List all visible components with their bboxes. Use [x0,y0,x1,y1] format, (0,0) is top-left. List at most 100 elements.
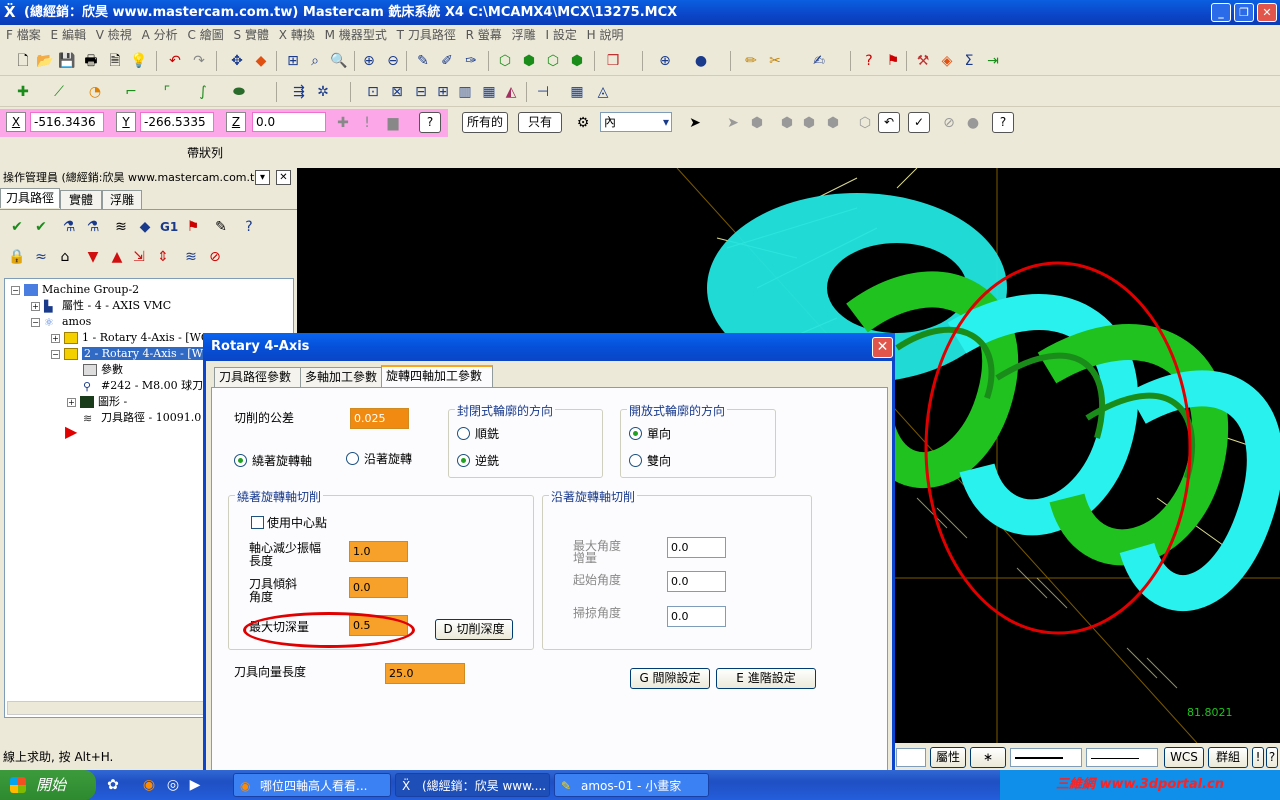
new-file-icon[interactable]: 🗋 [14,52,32,70]
only-display-icon[interactable]: ≋ [182,248,200,266]
menu-toolpaths[interactable]: T 刀具路徑 [397,28,456,42]
hint-icon[interactable]: 💡 [130,52,148,70]
fit-icon[interactable]: ⌕ [306,52,324,70]
line-style-select[interactable] [1010,748,1082,767]
tree-properties[interactable]: + ▙ 屬性 - 4 - AXIS VMC [31,299,171,313]
minimize-button[interactable]: _ [1211,3,1231,22]
shade-icon[interactable]: ◆ [252,52,270,70]
tab-toolpaths[interactable]: 刀具路徑 [0,188,60,208]
undo-select-icon[interactable]: ↶ [878,112,900,133]
verify-ops-icon[interactable]: ◆ [136,218,154,236]
backplot-ops-icon[interactable]: ≋ [112,218,130,236]
transform-icon[interactable]: ⇶ [290,83,308,101]
tree-toolpath-group[interactable]: − ⚛ amos [31,315,91,329]
verify-icon[interactable]: ✐ [438,52,456,70]
select-all-icon[interactable]: ✔ [8,218,26,236]
line-width-select[interactable] [1086,748,1158,767]
toggle-display-icon[interactable]: ≈ [32,248,50,266]
select-tool-icon[interactable]: ✎ [414,52,432,70]
color-button[interactable]: ∗ [970,747,1006,768]
tree-operation-2[interactable]: −2 - Rotary 4-Axis - [WC [51,347,214,361]
quicklaunch-media-icon[interactable]: ◎ [164,776,182,794]
maximize-button[interactable]: ❐ [1234,3,1254,22]
sweep-angle-input[interactable]: 0.0 [667,606,726,627]
autocursor-icon[interactable]: ! [358,114,376,132]
select-chain-icon[interactable]: ➤ [724,114,742,132]
select-dirty-icon[interactable]: ✔ [32,218,50,236]
fillet-icon[interactable]: ⌐ [122,83,140,101]
use-center-checkbox[interactable] [251,516,264,529]
open-file-icon[interactable]: 📂 [36,52,54,70]
tilt-angle-input[interactable]: 0.0 [349,577,408,598]
menu-view[interactable]: V 檢視 [96,28,132,42]
tab-art[interactable]: 浮雕 [102,190,142,210]
around-axis-radio[interactable] [234,454,247,467]
highfeed-icon[interactable]: ⚑ [184,218,202,236]
zoom-window-icon[interactable]: ⊞ [284,52,302,70]
tab-multiaxis-params[interactable]: 多軸加工參數 [300,367,382,387]
move-down-icon[interactable]: ▼ [84,248,102,266]
point-icon[interactable]: ✚ [14,83,32,101]
scale-icon[interactable]: ⊟ [412,83,430,101]
verify-selection-icon[interactable]: ✓ [908,112,930,133]
tree-parameters[interactable]: 參數 [83,363,123,377]
selection-mode-select[interactable]: 內 ▾ [600,112,672,132]
select-solid-icon[interactable]: ⬢ [748,114,766,132]
front-view-icon[interactable]: ⬢ [520,52,538,70]
attributes-button[interactable]: 屬性 [930,747,966,768]
solid-icon[interactable]: ◈ [938,52,956,70]
wcs-button[interactable]: WCS [1164,747,1204,768]
line-icon[interactable]: ⟋ [50,83,68,101]
regen-dirty-icon[interactable]: ⚗ [84,218,102,236]
print-preview-icon[interactable]: 🗎 [106,52,124,70]
menu-solids[interactable]: S 實體 [234,28,269,42]
mirror-icon[interactable]: ✲ [314,83,332,101]
save-icon[interactable]: 💾 [58,52,76,70]
excl-button[interactable]: ! [1252,747,1264,768]
quicklaunch-firefox-icon[interactable]: ◉ [140,776,158,794]
menu-file[interactable]: F 檔案 [6,28,41,42]
edit-icon[interactable]: ✂ [766,52,784,70]
panel-menu-icon[interactable]: ▾ [255,170,270,185]
array-icon[interactable]: ▦ [480,83,498,101]
sum-icon[interactable]: Σ [960,52,978,70]
operations-icon[interactable]: ⚒ [914,52,932,70]
dialog-close-button[interactable]: ✕ [872,337,893,358]
arc-icon[interactable]: ◔ [86,83,104,101]
tree-machine-group[interactable]: − Machine Group-2 [11,283,139,297]
max-angle-input[interactable]: 0.0 [667,537,726,558]
toggle-post-icon[interactable]: ⌂ [56,248,74,266]
tab-solids[interactable]: 實體 [60,190,102,210]
advanced-settings-button[interactable]: E 進階設定 [716,668,816,689]
menu-art[interactable]: 浮雕 [512,28,536,42]
tab-toolpath-params[interactable]: 刀具路徑參數 [214,367,301,387]
start-button[interactable]: 開始 [0,770,96,800]
groups-button[interactable]: 群組 [1208,747,1248,768]
menu-create[interactable]: C 繪圖 [188,28,224,42]
zigzag-radio[interactable] [629,454,642,467]
chamfer-icon[interactable]: ⌜ [158,83,176,101]
tree-toolpath[interactable]: ≋ 刀具路徑 - 10091.0 [83,411,201,425]
globe-icon[interactable]: ⊕ [656,52,674,70]
project-icon[interactable]: ▥ [456,83,474,101]
trim-icon[interactable]: ⊣ [534,83,552,101]
close-button[interactable]: ✕ [1257,3,1277,22]
along-axis-radio[interactable] [346,452,359,465]
undo-icon[interactable]: ↶ [166,52,184,70]
iso-view-icon[interactable]: ⬢ [568,52,586,70]
verify-select-icon[interactable]: ⚙ [574,114,592,132]
cylinder-icon[interactable]: ⬬ [230,83,248,101]
ops-help-icon[interactable]: ? [240,218,258,236]
gap-settings-button[interactable]: G 間隙設定 [630,668,710,689]
zoom-out-icon[interactable]: ⊖ [384,52,402,70]
exit-icon[interactable]: ⇥ [984,52,1002,70]
toolpath-icon[interactable]: ⚑ [884,52,902,70]
help-q-button[interactable]: ? [419,112,441,133]
spline-icon[interactable]: ∫ [194,83,212,101]
zoom-in-icon[interactable]: ⊕ [360,52,378,70]
tree-geometry[interactable]: + 圖形 - [67,395,127,409]
start-angle-input[interactable]: 0.0 [667,571,726,592]
depth-cuts-button[interactable]: D 切削深度 [435,619,513,640]
tree-operation-1[interactable]: +1 - Rotary 4-Axis - [WC [51,331,209,345]
end-select-icon[interactable]: ● [964,114,982,132]
